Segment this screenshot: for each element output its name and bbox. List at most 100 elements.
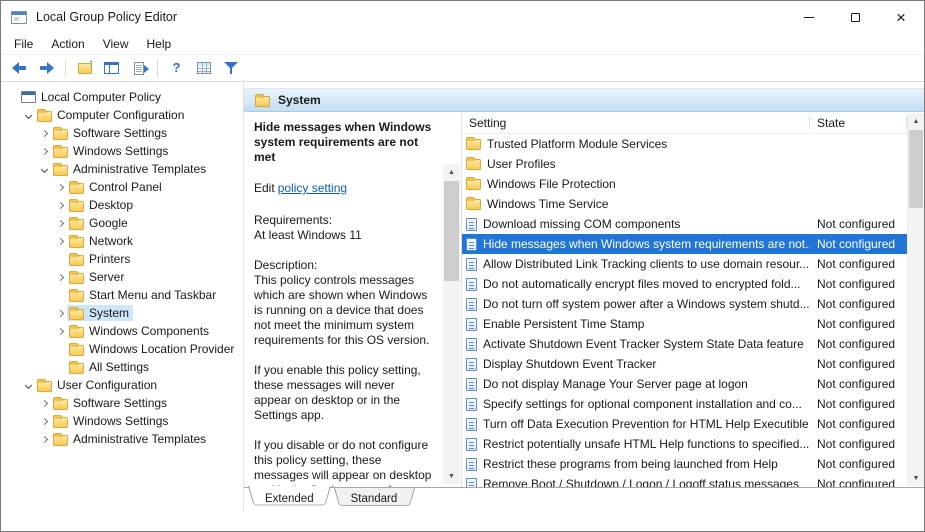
column-header-state[interactable]: State xyxy=(810,112,907,133)
chevron-collapsed-icon[interactable] xyxy=(37,432,51,446)
list-item-windows-time-service[interactable]: Windows Time Service xyxy=(462,194,907,214)
scroll-down-button[interactable] xyxy=(908,470,924,486)
tree-item-all-settings[interactable]: All Settings xyxy=(1,358,243,376)
setting-name: Windows File Protection xyxy=(487,177,616,191)
list-item-restrict-these-programs-from-being-launched-[interactable]: Restrict these programs from being launc… xyxy=(462,454,907,474)
tree-item-windows-components[interactable]: Windows Components xyxy=(1,322,243,340)
chevron-expanded-icon[interactable] xyxy=(21,378,35,392)
tree-item-software-settings[interactable]: Software Settings xyxy=(1,394,243,412)
edit-policy-setting-link[interactable]: policy setting xyxy=(278,181,347,195)
up-one-level-button[interactable] xyxy=(72,57,97,80)
menu-file[interactable]: File xyxy=(5,33,42,54)
tree-item-system[interactable]: System xyxy=(1,304,243,322)
menu-action[interactable]: Action xyxy=(42,33,93,54)
help-button[interactable] xyxy=(164,57,189,80)
right-pane: System Hide messages when Windows system… xyxy=(244,82,924,511)
scroll-down-button[interactable] xyxy=(443,468,460,484)
list-item-do-not-turn-off-system-power-after-a-windows[interactable]: Do not turn off system power after a Win… xyxy=(462,294,907,314)
tree-item-printers[interactable]: Printers xyxy=(1,250,243,268)
chevron-collapsed-icon[interactable] xyxy=(37,144,51,158)
list-item-download-missing-com-components[interactable]: Download missing COM componentsNot confi… xyxy=(462,214,907,234)
chevron-expanded-icon[interactable] xyxy=(37,162,51,176)
chevron-collapsed-icon[interactable] xyxy=(53,234,67,248)
list-item-restrict-potentially-unsafe-html-help-functi[interactable]: Restrict potentially unsafe HTML Help fu… xyxy=(462,434,907,454)
tree-item-local-computer-policy[interactable]: Local Computer Policy xyxy=(1,88,243,106)
console-tree-toggle-button[interactable] xyxy=(99,57,124,80)
list-item-specify-settings-for-optional-component-inst[interactable]: Specify settings for optional component … xyxy=(462,394,907,414)
scroll-up-button[interactable] xyxy=(443,164,460,180)
setting-name: Restrict potentially unsafe HTML Help fu… xyxy=(483,437,809,451)
list-item-allow-distributed-link-tracking-clients-to-u[interactable]: Allow Distributed Link Tracking clients … xyxy=(462,254,907,274)
tree-item-software-settings[interactable]: Software Settings xyxy=(1,124,243,142)
chevron-collapsed-icon[interactable] xyxy=(53,216,67,230)
menu-help[interactable]: Help xyxy=(138,33,181,54)
list-scrollbar[interactable] xyxy=(907,113,924,486)
tree-item-windows-location-provider[interactable]: Windows Location Provider xyxy=(1,340,243,358)
folder-icon xyxy=(69,345,84,356)
tree-item-windows-settings[interactable]: Windows Settings xyxy=(1,412,243,430)
maximize-button[interactable] xyxy=(832,1,878,33)
list-item-do-not-automatically-encrypt-files-moved-to-[interactable]: Do not automatically encrypt files moved… xyxy=(462,274,907,294)
tree-item-label: Local Computer Policy xyxy=(41,90,161,104)
back-button[interactable] xyxy=(7,57,32,80)
list-item-remove-boot-shutdown-logon-logoff-status-mes[interactable]: Remove Boot / Shutdown / Logon / Logoff … xyxy=(462,474,907,487)
filter-button[interactable] xyxy=(218,57,243,80)
details-scrollbar[interactable] xyxy=(443,164,460,484)
tree-item-control-panel[interactable]: Control Panel xyxy=(1,178,243,196)
list-scrollbar-thumb[interactable] xyxy=(909,130,923,208)
list-item-user-profiles[interactable]: User Profiles xyxy=(462,154,907,174)
tree-item-network[interactable]: Network xyxy=(1,232,243,250)
description-paragraph: This policy controls messages which are … xyxy=(254,273,433,348)
tree-item-server[interactable]: Server xyxy=(1,268,243,286)
setting-state: Not configured xyxy=(810,337,907,351)
column-header-setting[interactable]: Setting xyxy=(462,112,810,133)
tab-label: Extended xyxy=(265,493,314,505)
list-item-hide-messages-when-windows-system-requiremen[interactable]: Hide messages when Windows system requir… xyxy=(462,234,907,254)
menu-view[interactable]: View xyxy=(94,33,138,54)
scroll-up-button[interactable] xyxy=(908,113,924,129)
folder-icon xyxy=(466,139,481,150)
tree-item-administrative-templates[interactable]: Administrative Templates xyxy=(1,160,243,178)
tree-item-user-configuration[interactable]: User Configuration xyxy=(1,376,243,394)
tree-item-google[interactable]: Google xyxy=(1,214,243,232)
setting-name: Hide messages when Windows system requir… xyxy=(483,237,810,251)
list-item-trusted-platform-module-services[interactable]: Trusted Platform Module Services xyxy=(462,134,907,154)
tree-item-windows-settings[interactable]: Windows Settings xyxy=(1,142,243,160)
list-item-activate-shutdown-event-tracker-system-state[interactable]: Activate Shutdown Event Tracker System S… xyxy=(462,334,907,354)
list-item-turn-off-data-execution-prevention-for-html-[interactable]: Turn off Data Execution Prevention for H… xyxy=(462,414,907,434)
list-item-enable-persistent-time-stamp[interactable]: Enable Persistent Time StampNot configur… xyxy=(462,314,907,334)
export-list-button[interactable] xyxy=(126,57,151,80)
folder-icon xyxy=(255,96,270,107)
list-item-windows-file-protection[interactable]: Windows File Protection xyxy=(462,174,907,194)
forward-button[interactable] xyxy=(34,57,59,80)
details-scrollbar-thumb[interactable] xyxy=(444,181,459,281)
chevron-expanded-icon[interactable] xyxy=(21,108,35,122)
list-item-display-shutdown-event-tracker[interactable]: Display Shutdown Event TrackerNot config… xyxy=(462,354,907,374)
chevron-collapsed-icon[interactable] xyxy=(37,126,51,140)
folder-icon xyxy=(69,309,84,320)
folder-icon xyxy=(53,417,68,428)
minimize-button[interactable] xyxy=(786,1,832,33)
tree-item-desktop[interactable]: Desktop xyxy=(1,196,243,214)
chevron-collapsed-icon[interactable] xyxy=(53,180,67,194)
list-item-do-not-display-manage-your-server-page-at-lo[interactable]: Do not display Manage Your Server page a… xyxy=(462,374,907,394)
chevron-collapsed-icon[interactable] xyxy=(53,198,67,212)
chevron-collapsed-icon[interactable] xyxy=(53,306,67,320)
setting-name: Turn off Data Execution Prevention for H… xyxy=(483,417,809,431)
tree-item-administrative-templates[interactable]: Administrative Templates xyxy=(1,430,243,448)
tree-item-start-menu-and-taskbar[interactable]: Start Menu and Taskbar xyxy=(1,286,243,304)
setting-cell: Specify settings for optional component … xyxy=(462,397,810,411)
close-button[interactable] xyxy=(878,1,924,33)
tab-standard[interactable]: Standard xyxy=(334,488,415,509)
tab-extended[interactable]: Extended xyxy=(248,488,331,509)
chevron-collapsed-icon[interactable] xyxy=(37,414,51,428)
setting-state: Not configured xyxy=(810,477,907,487)
chevron-collapsed-icon[interactable] xyxy=(37,396,51,410)
chevron-collapsed-icon[interactable] xyxy=(53,324,67,338)
extended-view-button[interactable] xyxy=(191,57,216,80)
menu-bar: FileActionViewHelp xyxy=(1,33,924,55)
tree-item-computer-configuration[interactable]: Computer Configuration xyxy=(1,106,243,124)
chevron-collapsed-icon[interactable] xyxy=(53,270,67,284)
setting-name: Download missing COM components xyxy=(483,217,680,231)
tree-item-label: Windows Components xyxy=(89,324,209,338)
